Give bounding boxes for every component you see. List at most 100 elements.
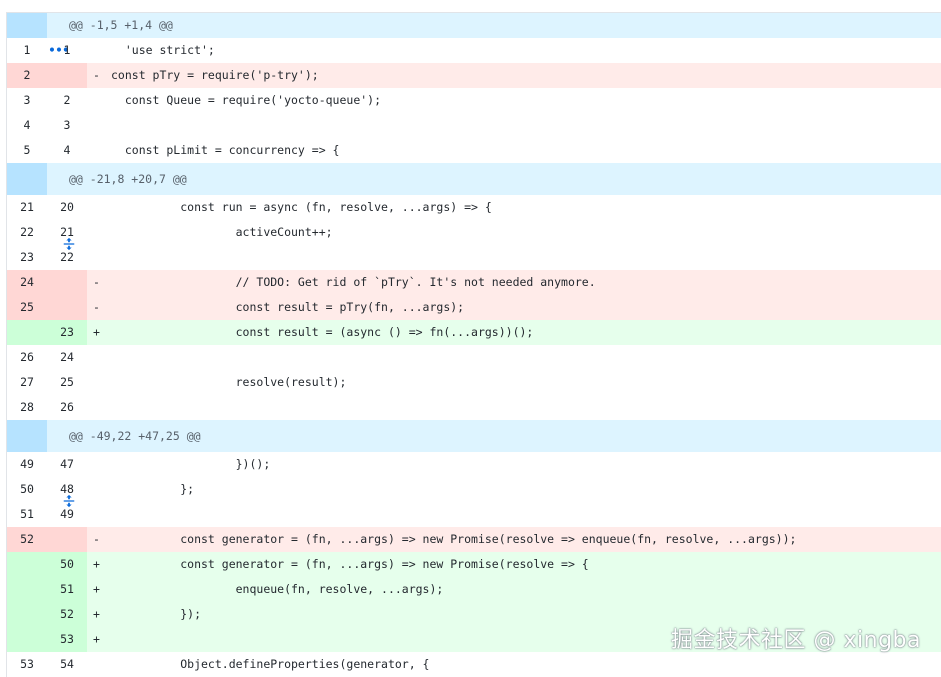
new-line-number[interactable]: 22 xyxy=(47,245,87,270)
old-line-number[interactable]: 49 xyxy=(7,452,47,477)
diff-line-deleted: 24 - // TODO: Get rid of `pTry`. It's no… xyxy=(7,270,941,295)
old-line-number[interactable]: 50 xyxy=(7,477,47,502)
new-line-number[interactable]: 47 xyxy=(47,452,87,477)
new-line-number[interactable]: 25 xyxy=(47,370,87,395)
diff-line: 5 4 const pLimit = concurrency => { xyxy=(7,138,941,163)
diff-line: 49 47 })(); xyxy=(7,452,941,477)
old-line-number[interactable]: 52 xyxy=(7,527,47,552)
diff-marker: + xyxy=(93,632,100,646)
expand-up-button[interactable]: ••• xyxy=(7,13,69,57)
old-line-number[interactable]: 1 xyxy=(7,38,47,63)
old-line-number[interactable]: 2 xyxy=(7,63,47,88)
diff-line-deleted: 52 - const generator = (fn, ...args) => … xyxy=(7,527,941,552)
diff-line: 28 26 xyxy=(7,395,941,420)
diff-line: 22 21 activeCount++; xyxy=(7,220,941,245)
old-line-number[interactable]: 25 xyxy=(7,295,47,320)
old-line-number[interactable]: 5 xyxy=(7,138,47,163)
diff-marker xyxy=(87,370,111,395)
diff-marker xyxy=(87,395,111,420)
old-line-number[interactable]: 4 xyxy=(7,113,47,138)
new-line-number[interactable]: 26 xyxy=(47,395,87,420)
hunk-header-text: @@ -21,8 +20,7 @@ xyxy=(69,172,187,186)
diff-marker: - xyxy=(93,532,100,546)
diff-marker: + xyxy=(93,607,100,621)
new-line-number[interactable] xyxy=(47,527,87,552)
old-line-number[interactable]: 53 xyxy=(7,652,47,677)
new-line-number[interactable]: 21 xyxy=(47,220,87,245)
old-line-number[interactable]: 51 xyxy=(7,502,47,527)
old-line-number[interactable]: 24 xyxy=(7,270,47,295)
new-line-number[interactable]: 53 xyxy=(47,627,87,652)
old-line-number[interactable] xyxy=(7,627,47,652)
old-line-number[interactable]: 22 xyxy=(7,220,47,245)
new-line-number[interactable] xyxy=(47,295,87,320)
diff-line: 27 25 resolve(result); xyxy=(7,370,941,395)
new-line-number[interactable]: 50 xyxy=(47,552,87,577)
diff-marker xyxy=(87,220,111,245)
new-line-number[interactable]: 20 xyxy=(47,195,87,220)
old-line-number[interactable]: 27 xyxy=(7,370,47,395)
new-line-number[interactable]: 4 xyxy=(47,138,87,163)
new-line-number[interactable]: 3 xyxy=(47,113,87,138)
diff-marker: - xyxy=(93,68,100,82)
diff-marker xyxy=(87,477,111,502)
old-line-number[interactable]: 23 xyxy=(7,245,47,270)
code-line: enqueue(fn, resolve, ...args); xyxy=(111,582,444,596)
code-line: const generator = (fn, ...args) => new P… xyxy=(111,532,797,546)
new-line-number[interactable]: 51 xyxy=(47,577,87,602)
code-line: }; xyxy=(111,482,195,496)
new-line-number[interactable] xyxy=(47,63,87,88)
code-line: 'use strict'; xyxy=(111,43,215,57)
diff-marker xyxy=(87,195,111,220)
code-line: Object.defineProperties(generator, { xyxy=(111,657,430,671)
expand-all-button[interactable] xyxy=(7,163,75,250)
diff-marker xyxy=(87,38,111,63)
diff-line: 51 49 xyxy=(7,502,941,527)
diff-marker: - xyxy=(93,300,100,314)
new-line-number[interactable] xyxy=(47,270,87,295)
diff-marker xyxy=(87,452,111,477)
diff-marker xyxy=(87,345,111,370)
diff-marker xyxy=(87,502,111,527)
diff-line-added: 50 + const generator = (fn, ...args) => … xyxy=(7,552,941,577)
hunk-header: @@ -49,22 +47,25 @@ xyxy=(7,420,941,507)
old-line-number[interactable] xyxy=(7,320,47,345)
old-line-number[interactable]: 3 xyxy=(7,88,47,113)
hunk-header-text: @@ -1,5 +1,4 @@ xyxy=(69,18,173,32)
code-line: resolve(result); xyxy=(111,375,347,389)
old-line-number[interactable]: 26 xyxy=(7,345,47,370)
diff-marker: - xyxy=(93,275,100,289)
diff-marker xyxy=(87,245,111,270)
diff-marker xyxy=(87,652,111,677)
expand-all-button[interactable] xyxy=(7,420,75,507)
diff-line-added: 23 + const result = (async () => fn(...a… xyxy=(7,320,941,345)
new-line-number[interactable]: 2 xyxy=(47,88,87,113)
old-line-number[interactable] xyxy=(7,602,47,627)
old-line-number[interactable]: 28 xyxy=(7,395,47,420)
diff-line-deleted: 25 - const result = pTry(fn, ...args); xyxy=(7,295,941,320)
new-line-number[interactable]: 1 xyxy=(47,38,87,63)
diff-line: 1 1 'use strict'; xyxy=(7,38,941,63)
code-line: const Queue = require('yocto-queue'); xyxy=(111,93,382,107)
code-line: const pTry = require('p-try'); xyxy=(111,68,319,82)
diff-marker xyxy=(87,113,111,138)
diff-marker: + xyxy=(93,325,100,339)
new-line-number[interactable]: 48 xyxy=(47,477,87,502)
new-line-number[interactable]: 23 xyxy=(47,320,87,345)
hunk-header-text: @@ -49,22 +47,25 @@ xyxy=(69,429,201,443)
new-line-number[interactable]: 24 xyxy=(47,345,87,370)
diff-line: 53 54 Object.defineProperties(generator,… xyxy=(7,652,941,677)
new-line-number[interactable]: 54 xyxy=(47,652,87,677)
old-line-number[interactable] xyxy=(7,552,47,577)
old-line-number[interactable]: 21 xyxy=(7,195,47,220)
diff-marker: + xyxy=(93,582,100,596)
new-line-number[interactable]: 49 xyxy=(47,502,87,527)
code-line: const result = (async () => fn(...args))… xyxy=(111,325,534,339)
diff-line: 50 48 }; xyxy=(7,477,941,502)
old-line-number[interactable] xyxy=(7,577,47,602)
new-line-number[interactable]: 52 xyxy=(47,602,87,627)
